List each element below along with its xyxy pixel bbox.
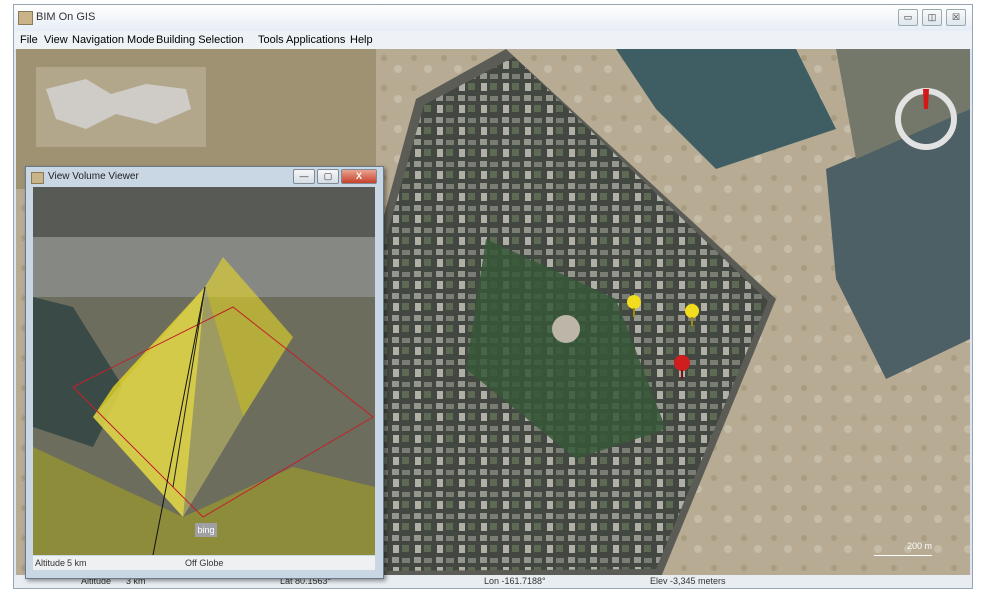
menu-bar: File View Navigation Mode Building Selec…	[14, 31, 972, 49]
app-icon	[31, 172, 44, 184]
red-pin-icon[interactable]	[672, 355, 692, 379]
menu-building-selection[interactable]: Building Selection	[156, 34, 243, 46]
menu-navigation-mode[interactable]: Navigation Mode	[72, 34, 155, 46]
subwindow-title: View Volume Viewer	[48, 171, 139, 182]
menu-tools[interactable]: Tools	[258, 34, 284, 46]
subwindow-status-bar: Altitude 5 km Off Globe	[33, 556, 375, 570]
menu-file[interactable]: File	[20, 34, 38, 46]
elevation-readout: Elev -3,345 meters	[650, 576, 726, 586]
viewer-3d-view[interactable]: bing	[33, 187, 375, 555]
close-button[interactable]: X	[341, 169, 377, 184]
globe-status: Off Globe	[185, 558, 224, 568]
yellow-pin-icon[interactable]	[683, 304, 701, 326]
altitude-label: Altitude	[35, 558, 66, 568]
minimize-button[interactable]: ▭	[898, 9, 918, 26]
maximize-button[interactable]: ◫	[922, 9, 942, 26]
map-scale: 200 m	[874, 541, 932, 556]
title-bar: BIM On GIS ▭ ◫ ☒	[14, 5, 972, 31]
window-title: BIM On GIS	[36, 11, 96, 23]
view-volume-viewer-window: View Volume Viewer — ▢ X bing Altitude 5…	[25, 166, 384, 579]
altitude-value: 5 km	[67, 558, 87, 568]
view-frustum-graphic	[33, 187, 375, 555]
compass-needle	[923, 89, 929, 109]
maximize-button[interactable]: ▢	[317, 169, 339, 184]
app-icon	[18, 11, 33, 25]
yellow-pin-icon[interactable]	[625, 295, 643, 317]
minimize-button[interactable]: —	[293, 169, 315, 184]
menu-view[interactable]: View	[44, 34, 68, 46]
longitude-readout: Lon -161.7188°	[484, 576, 546, 586]
bing-logo: bing	[195, 523, 217, 537]
menu-help[interactable]: Help	[350, 34, 373, 46]
menu-applications[interactable]: Applications	[286, 34, 345, 46]
close-button[interactable]: ☒	[946, 9, 966, 26]
